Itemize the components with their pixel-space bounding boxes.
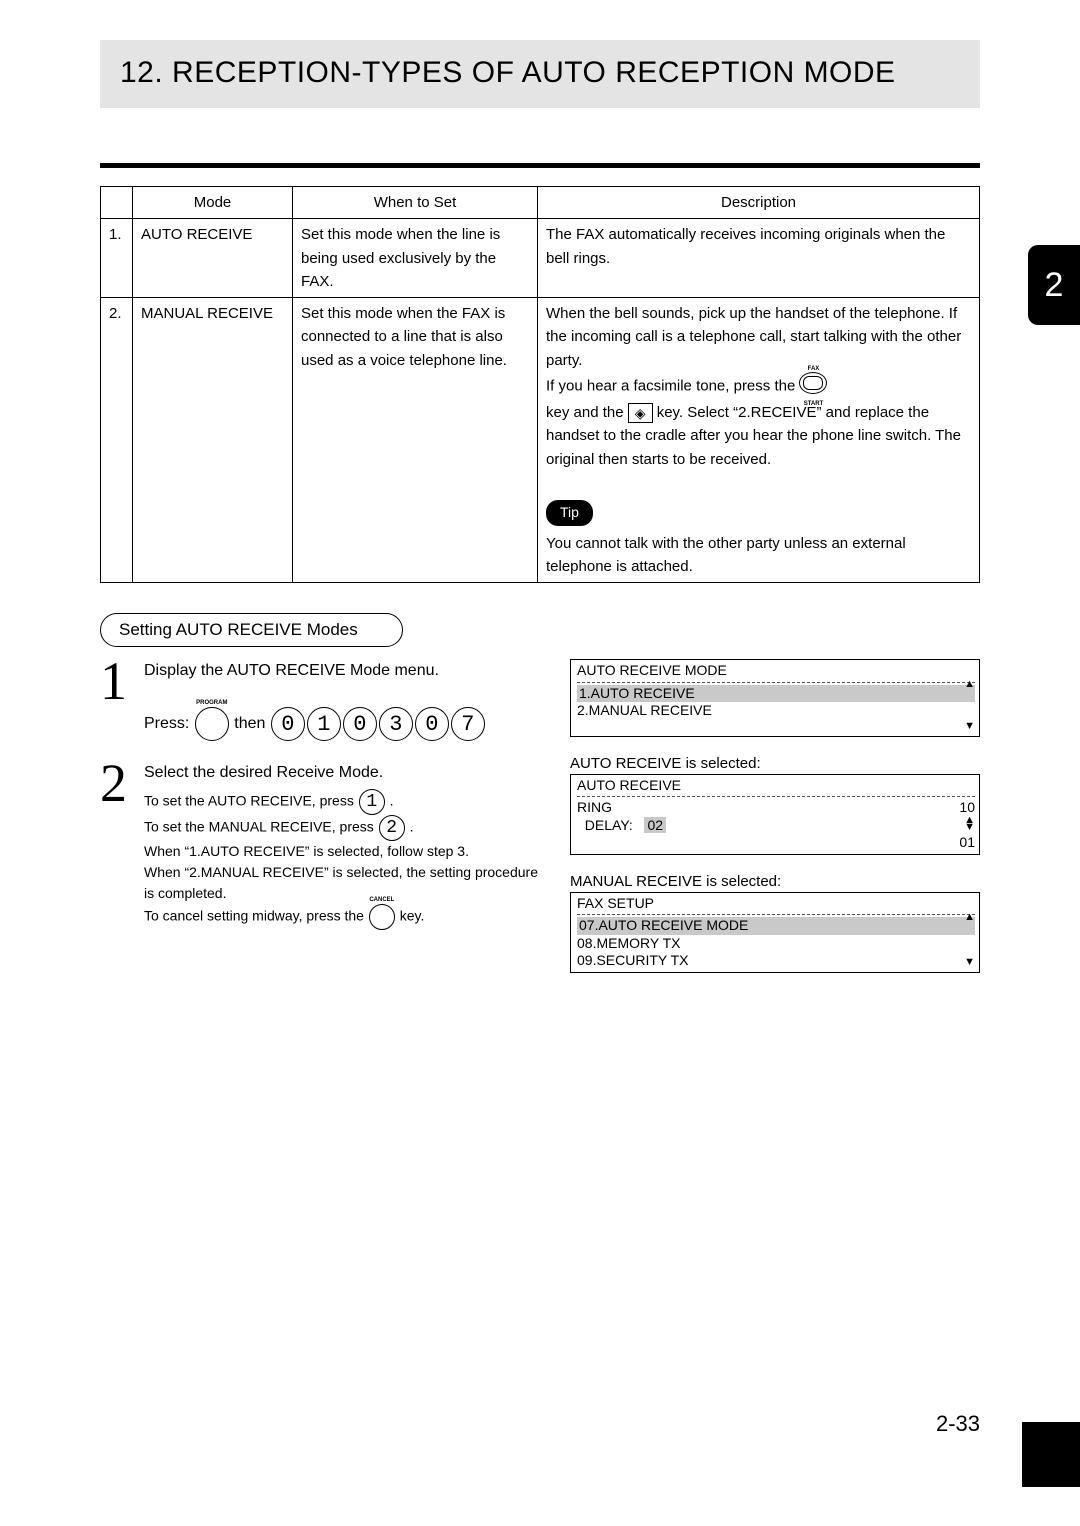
start-key-icon: ◈ [628, 403, 653, 423]
footer-tab [1022, 1422, 1080, 1487]
program-key-label: PROGRAM [196, 699, 227, 708]
fax-label-top: FAX [808, 366, 820, 372]
d3-title: FAX SETUP [577, 895, 654, 911]
display-1: AUTO RECEIVE MODE 1.AUTO RECEIVE 2.MANUA… [570, 659, 980, 737]
subheading-pill: Setting AUTO RECEIVE Modes [100, 613, 403, 647]
row2-desc: When the bell sounds, pick up the handse… [538, 298, 980, 583]
s2-cancel-b: key. [400, 908, 425, 924]
title-band: 12. RECEPTION-TYPES OF AUTO RECEPTION MO… [100, 40, 980, 108]
display-2: AUTO RECEIVE is selected: AUTO RECEIVE R… [570, 755, 980, 855]
up-arrow-icon: ▲ [964, 911, 975, 925]
d3-l2: 08.MEMORY TX [577, 935, 680, 951]
step-1-text: Display the AUTO RECEIVE Mode menu. [144, 662, 439, 679]
steps-columns: 1 Display the AUTO RECEIVE Mode menu. Pr… [100, 659, 980, 991]
heavy-rule [100, 163, 980, 168]
row2-desc-p3a: key and the [546, 404, 628, 421]
display-3: MANUAL RECEIVE is selected: FAX SETUP 07… [570, 873, 980, 973]
d1-line2: 2.MANUAL RECEIVE [577, 702, 712, 718]
s2-line3: When “1.AUTO RECEIVE” is selected, follo… [144, 843, 469, 859]
then-label: then [234, 715, 265, 732]
digit-key: 0 [415, 707, 449, 741]
d1-highlight: 1.AUTO RECEIVE [577, 685, 975, 703]
modes-table: Mode When to Set Description 1. AUTO REC… [100, 186, 980, 583]
header-blank [101, 187, 133, 219]
header-mode: Mode [133, 187, 293, 219]
cancel-key-label: CANCEL [369, 896, 394, 905]
fax-label-bottom: START [804, 401, 824, 407]
row1-desc: The FAX automatically receives incoming … [538, 219, 980, 298]
step-1-body: Display the AUTO RECEIVE Mode menu. Pres… [144, 659, 540, 741]
page-number: 2-33 [100, 1411, 980, 1437]
digit-key: 7 [451, 707, 485, 741]
display-3-box: FAX SETUP 07.AUTO RECEIVE MODE 08.MEMORY… [570, 892, 980, 973]
tip-text: You cannot talk with the other party unl… [546, 535, 906, 575]
digit-key-1: 1 [359, 789, 385, 815]
table-header-row: Mode When to Set Description [101, 187, 980, 219]
down-arrow-icon: ▼ [964, 720, 975, 734]
steps-column: 1 Display the AUTO RECEIVE Mode menu. Pr… [100, 659, 540, 991]
s2-cancel-a: To cancel setting midway, press the [144, 908, 368, 924]
step-2: 2 Select the desired Receive Mode. To se… [100, 761, 540, 930]
page-title: 12. RECEPTION-TYPES OF AUTO RECEPTION MO… [120, 56, 960, 90]
row1-num: 1. [101, 219, 133, 298]
row2-desc-p2a: If you hear a facsimile tone, press the [546, 377, 799, 394]
table-row: 2. MANUAL RECEIVE Set this mode when the… [101, 298, 980, 583]
header-when: When to Set [293, 187, 538, 219]
s2-line4: When “2.MANUAL RECEIVE” is selected, the… [144, 864, 538, 901]
digit-key: 0 [271, 707, 305, 741]
step-2-body: Select the desired Receive Mode. To set … [144, 761, 540, 930]
s2-man-a: To set the MANUAL RECEIVE, press [144, 819, 378, 835]
updown-arrow-icon: ▲▼ [964, 817, 975, 835]
d3-label: MANUAL RECEIVE is selected: [570, 873, 980, 890]
step-1-number: 1 [100, 659, 144, 741]
up-arrow-icon: ▲ [964, 678, 975, 692]
row2-desc-p1: When the bell sounds, pick up the handse… [546, 305, 961, 369]
d2-ring-l: RING [577, 799, 612, 817]
digit-key-2: 2 [379, 815, 405, 841]
row2-when: Set this mode when the FAX is connected … [293, 298, 538, 583]
d2-foot: 01 [959, 834, 975, 852]
table-row: 1. AUTO RECEIVE Set this mode when the l… [101, 219, 980, 298]
dot2: . [410, 819, 414, 835]
step-1: 1 Display the AUTO RECEIVE Mode menu. Pr… [100, 659, 540, 741]
chapter-tab-label: 2 [1045, 266, 1064, 305]
d2-delay-l: DELAY: [585, 817, 633, 833]
step-2-text: Select the desired Receive Mode. [144, 764, 383, 781]
digit-key: 3 [379, 707, 413, 741]
row1-mode: AUTO RECEIVE [133, 219, 293, 298]
step-2-details: To set the AUTO RECEIVE, press 1 . To se… [144, 789, 540, 930]
display-1-box: AUTO RECEIVE MODE 1.AUTO RECEIVE 2.MANUA… [570, 659, 980, 737]
press-label: Press: [144, 715, 189, 732]
display-2-box: AUTO RECEIVE RING 10 DELAY: 02 ▲▼ 01 [570, 774, 980, 855]
displays-column: AUTO RECEIVE MODE 1.AUTO RECEIVE 2.MANUA… [570, 659, 980, 991]
fax-key-icon: FAX START [799, 372, 827, 401]
tip-badge: Tip [546, 500, 593, 526]
digit-key: 1 [307, 707, 341, 741]
d2-delay-v: 02 [644, 817, 666, 833]
row2-num: 2. [101, 298, 133, 583]
d1-title: AUTO RECEIVE MODE [577, 662, 727, 678]
header-desc: Description [538, 187, 980, 219]
down-arrow-icon: ▼ [964, 956, 975, 970]
page: 2 12. RECEPTION-TYPES OF AUTO RECEPTION … [0, 0, 1080, 1487]
s2-auto-a: To set the AUTO RECEIVE, press [144, 793, 358, 809]
d2-title: AUTO RECEIVE [577, 777, 681, 793]
d3-l3: 09.SECURITY TX [577, 952, 689, 968]
cancel-key-icon: CANCEL [369, 904, 395, 930]
step-2-number: 2 [100, 761, 144, 930]
dot: . [390, 793, 394, 809]
digit-key: 0 [343, 707, 377, 741]
row2-mode: MANUAL RECEIVE [133, 298, 293, 583]
program-key-icon: PROGRAM [195, 707, 229, 741]
d2-label: AUTO RECEIVE is selected: [570, 755, 980, 772]
chapter-tab: 2 [1028, 245, 1080, 325]
row1-when: Set this mode when the line is being use… [293, 219, 538, 298]
d3-highlight: 07.AUTO RECEIVE MODE [577, 917, 975, 935]
